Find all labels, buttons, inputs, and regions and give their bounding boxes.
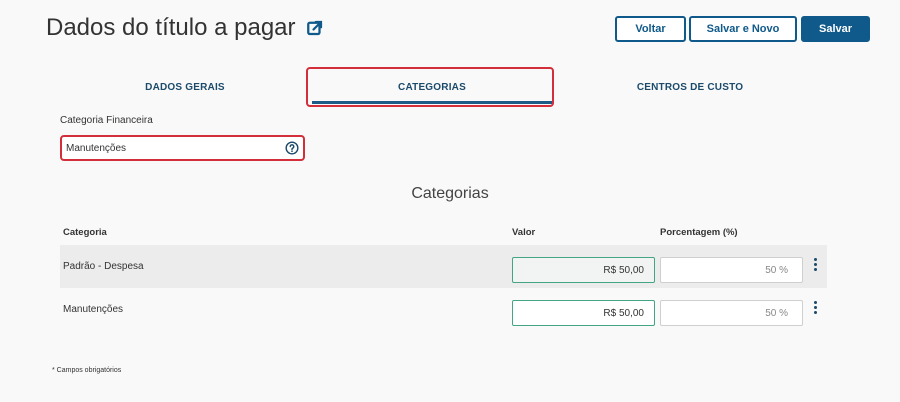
value-input[interactable]: R$ 50,00 [512, 257, 655, 283]
financial-category-field[interactable]: Manutenções [60, 135, 305, 161]
help-circle-icon[interactable] [285, 141, 299, 155]
financial-category-label: Categoria Financeira [60, 115, 153, 126]
financial-category-value: Manutenções [66, 142, 127, 154]
active-tab-highlight [306, 67, 554, 107]
required-fields-note: * Campos obrigatórios [52, 367, 122, 374]
save-and-new-button[interactable]: Salvar e Novo [689, 16, 797, 42]
value-input[interactable]: R$ 50,00 [512, 300, 655, 326]
column-header-valor: Valor [512, 227, 536, 238]
percent-input[interactable]: 50 % [660, 300, 803, 326]
kebab-menu-icon[interactable] [812, 301, 818, 317]
page-title-text: Dados do título a pagar [46, 14, 296, 41]
table-row: Padrão - Despesa R$ 50,00 50 % [60, 245, 827, 288]
external-link-icon[interactable] [306, 19, 324, 37]
row-category: Padrão - Despesa [63, 261, 144, 272]
column-header-categoria: Categoria [63, 227, 107, 238]
tab-dados-gerais[interactable]: DADOS GERAIS [60, 82, 310, 93]
categories-section-title: Categorias [411, 185, 489, 202]
column-header-porcentagem: Porcentagem (%) [660, 227, 738, 238]
tab-centros-de-custo[interactable]: CENTROS DE CUSTO [560, 82, 820, 93]
percent-input[interactable]: 50 % [660, 257, 803, 283]
table-row: Manutenções R$ 50,00 50 % [60, 288, 827, 331]
row-category: Manutenções [63, 304, 124, 315]
back-button[interactable]: Voltar [615, 16, 686, 42]
save-button[interactable]: Salvar [801, 16, 870, 42]
page-title: Dados do título a pagar [46, 14, 324, 42]
kebab-menu-icon[interactable] [812, 258, 818, 274]
